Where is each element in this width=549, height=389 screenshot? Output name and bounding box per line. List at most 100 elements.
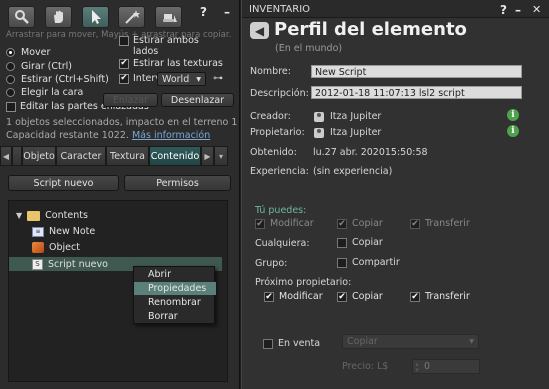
- unlink-button[interactable]: Desenlazar: [161, 93, 234, 107]
- radio-label: Elegir la cara: [21, 87, 84, 98]
- you-can-copy: Copiar: [337, 218, 383, 229]
- next-owner-label: Próximo propietario:: [255, 277, 352, 288]
- radio-select-face[interactable]: Elegir la cara: [6, 87, 83, 98]
- next-owner-transfer-checkbox[interactable]: Transferir: [410, 291, 470, 302]
- owner-info-icon[interactable]: i: [507, 125, 519, 137]
- notecard-icon: ≡: [32, 226, 44, 237]
- radio-indicator: [6, 48, 15, 57]
- tree-item-new-note[interactable]: ≡ New Note: [32, 226, 95, 237]
- radio-indicator: [6, 75, 15, 84]
- radio-stretch[interactable]: Estirar (Ctrl+Shift): [6, 74, 109, 85]
- tab-features[interactable]: Caracter: [56, 146, 106, 166]
- back-arrow-icon[interactable]: ◀: [250, 22, 269, 39]
- stretch-textures-checkbox[interactable]: Estirar las texturas: [119, 58, 223, 69]
- checkbox-box: [119, 36, 129, 46]
- edit-tool-button[interactable]: [82, 6, 109, 28]
- checkbox-box: [337, 218, 347, 229]
- help-icon[interactable]: ?: [500, 3, 507, 17]
- grid-options-icon[interactable]: ⊶: [213, 73, 223, 84]
- close-icon[interactable]: ✕: [532, 3, 541, 16]
- hand-icon: [53, 10, 63, 23]
- creator-label: Creador:: [250, 111, 291, 122]
- menu-item-delete[interactable]: Borrar: [134, 310, 216, 323]
- stretch-both-sides-checkbox[interactable]: Estirar ambos lados: [119, 35, 203, 57]
- description-field[interactable]: 2012-01-18 11:07:13 lsl2 script: [311, 86, 522, 99]
- checkbox-label: Transferir: [425, 291, 470, 302]
- focus-tool-button[interactable]: [8, 6, 35, 28]
- tab-object[interactable]: Objeto: [22, 146, 56, 166]
- capacity-info: Capacidad restante 1022. Más información: [6, 130, 210, 141]
- tab-scroll-right-icon[interactable]: ▶: [201, 146, 214, 166]
- menu-item-open[interactable]: Abrir: [134, 268, 216, 281]
- tree-folder-contents[interactable]: ▼ Contents: [16, 210, 88, 221]
- expand-arrow-icon: ▼: [16, 211, 23, 220]
- create-tool-button[interactable]: [118, 6, 145, 28]
- tab-menu-icon[interactable]: ▾: [214, 146, 228, 166]
- script-icon: S: [32, 258, 43, 270]
- for-sale-checkbox[interactable]: En venta: [263, 338, 320, 349]
- bulldozer-icon: [162, 14, 177, 22]
- checkbox-box: [264, 291, 274, 302]
- name-field[interactable]: New Script: [311, 65, 522, 78]
- stepper-arrows-icon[interactable]: ▴ ▾: [413, 360, 421, 373]
- owner-name: Itza Jupiter: [330, 127, 382, 138]
- checkbox-label: Estirar las texturas: [133, 58, 223, 69]
- anyone-copy-checkbox[interactable]: Copiar: [337, 237, 383, 248]
- help-icon[interactable]: ?: [200, 5, 207, 19]
- permissions-button[interactable]: Permisos: [124, 175, 231, 191]
- minimize-icon[interactable]: –: [515, 3, 521, 17]
- snap-interval-checkbox[interactable]: Interv: [119, 73, 161, 84]
- more-info-link[interactable]: Más información: [132, 130, 210, 141]
- wand-icon: [124, 10, 140, 24]
- creator-info-icon[interactable]: i: [507, 109, 519, 121]
- move-hand-tool-button[interactable]: [45, 6, 72, 28]
- checkbox-box: [410, 291, 420, 302]
- build-floater: ? – Arrastrar para mover, Mayús + arrast…: [0, 0, 240, 389]
- land-tool-button[interactable]: [155, 6, 182, 28]
- tree-label: Object: [49, 242, 80, 253]
- capacity-text: Capacidad restante 1022.: [6, 130, 129, 141]
- price-stepper[interactable]: ▴ ▾ 0: [412, 359, 480, 374]
- menu-item-properties[interactable]: Propiedades: [134, 282, 216, 295]
- pointer-icon: [91, 10, 101, 24]
- new-script-button[interactable]: Script nuevo: [8, 175, 119, 191]
- group-share-checkbox[interactable]: Compartir: [337, 257, 400, 268]
- sale-type-value: Copiar: [347, 336, 378, 347]
- context-menu: Abrir Propiedades Renombrar Borrar: [133, 266, 216, 324]
- checkbox-box: [410, 218, 420, 229]
- creator-name: Itza Jupiter: [330, 111, 382, 122]
- radio-rotate[interactable]: Girar (Ctrl): [6, 61, 72, 72]
- minimize-icon[interactable]: –: [224, 5, 230, 19]
- magnifier-icon: [14, 10, 29, 24]
- you-can-transfer: Transferir: [410, 218, 470, 229]
- checkbox-box: [119, 58, 129, 69]
- selection-info: 1 objetos seleccionados, impacto en el t…: [6, 117, 238, 128]
- next-owner-copy-checkbox[interactable]: Copiar: [337, 291, 383, 302]
- page-title: Perfil del elemento: [274, 19, 467, 40]
- checkbox-box: [337, 291, 347, 302]
- checkbox-label: Copiar: [352, 291, 383, 302]
- acquired-date: lu.27 abr. 202015:50:58: [313, 147, 428, 158]
- window-title: INVENTARIO: [249, 4, 311, 15]
- checkbox-box: [337, 237, 347, 248]
- next-owner-modify-checkbox[interactable]: Modificar: [264, 291, 323, 302]
- tab-content[interactable]: Contenido: [149, 146, 201, 166]
- radio-indicator: [6, 62, 15, 71]
- tab-general-clipped[interactable]: [12, 146, 22, 166]
- in-world-subtitle: (En el mundo): [275, 43, 343, 54]
- checkbox-box: [119, 73, 129, 84]
- sale-type-dropdown[interactable]: Copiar ▾: [342, 334, 479, 349]
- you-can-label: Tú puedes:: [255, 205, 307, 216]
- avatar-icon: [314, 112, 324, 122]
- link-button[interactable]: Enlazar: [103, 93, 158, 107]
- checkbox-label: En venta: [278, 338, 321, 349]
- checkbox-label: Transferir: [425, 218, 470, 229]
- chevron-down-icon: ▾: [469, 336, 474, 347]
- grid-mode-dropdown[interactable]: World ▾: [157, 72, 206, 86]
- radio-move[interactable]: Mover: [6, 47, 50, 58]
- tab-scroll-left-icon[interactable]: ◀: [0, 146, 12, 166]
- experience-value: (sin experiencia): [313, 166, 393, 177]
- menu-item-rename[interactable]: Renombrar: [134, 296, 216, 309]
- tab-texture[interactable]: Textura: [106, 146, 149, 166]
- tree-item-object[interactable]: Object: [32, 242, 80, 253]
